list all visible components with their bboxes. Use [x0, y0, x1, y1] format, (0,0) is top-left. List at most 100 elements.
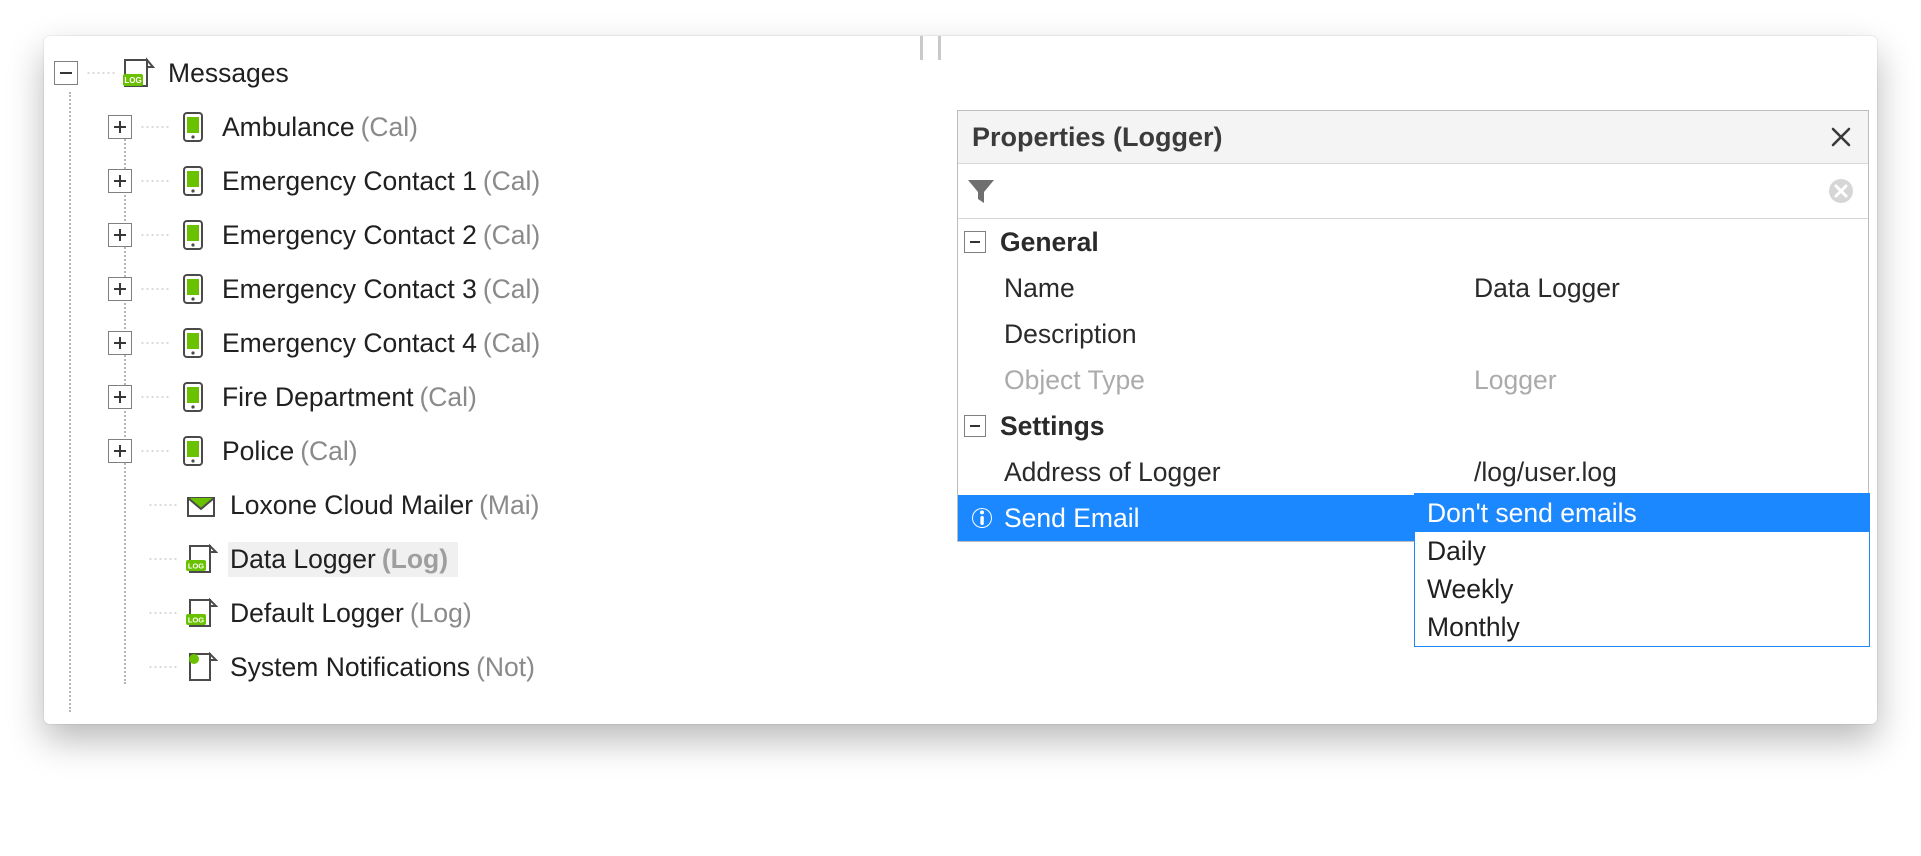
prop-row-object-type: Object Type Logger: [958, 357, 1868, 403]
phone-icon: [176, 272, 210, 306]
tree-label-suffix: (Cal): [483, 220, 540, 250]
collapse-icon[interactable]: [964, 415, 986, 437]
phone-icon: [176, 434, 210, 468]
tree-label-text: Emergency Contact 3: [222, 274, 477, 304]
prop-value[interactable]: /log/user.log: [1460, 449, 1868, 495]
tree-label: Loxone Cloud Mailer(Mai): [230, 490, 539, 521]
tree-node[interactable]: Fire Department(Cal): [54, 370, 674, 424]
dropdown-option[interactable]: Don't send emails: [1415, 494, 1869, 532]
info-icon[interactable]: [968, 504, 996, 532]
filter-icon[interactable]: [964, 174, 998, 208]
phone-icon: [176, 326, 210, 360]
properties-header: Properties (Logger): [958, 111, 1868, 164]
tree-label-suffix: (Cal): [419, 382, 476, 412]
phone-icon: [176, 380, 210, 414]
splitter-handle[interactable]: [904, 36, 960, 66]
tree-label-suffix: (Log): [410, 598, 472, 628]
tree-connector: [140, 180, 170, 182]
tree-node[interactable]: LOGDefault Logger(Log): [54, 586, 674, 640]
tree-label-text: Emergency Contact 2: [222, 220, 477, 250]
tree-label: Emergency Contact 1(Cal): [222, 166, 540, 197]
tree-label: Emergency Contact 2(Cal): [222, 220, 540, 251]
properties-filter-bar: [958, 164, 1868, 219]
prop-key: Name: [958, 265, 1460, 311]
tree-label-suffix: (Cal): [361, 112, 418, 142]
phone-icon: [176, 110, 210, 144]
group-label: General: [1000, 227, 1099, 258]
expand-icon[interactable]: [108, 277, 132, 301]
tree-connector: [148, 558, 178, 560]
prop-key: Send Email: [958, 495, 1460, 541]
prop-key: Object Type: [958, 357, 1460, 403]
tree-label-text: Emergency Contact 4: [222, 328, 477, 358]
group-label: Settings: [1000, 411, 1105, 442]
tree-label: Ambulance(Cal): [222, 112, 418, 143]
tree-label: System Notifications(Not): [230, 652, 535, 683]
tree-label: Emergency Contact 3(Cal): [222, 274, 540, 305]
clear-filter-button[interactable]: [1826, 176, 1856, 206]
tree-label-suffix: (Cal): [483, 328, 540, 358]
prop-key-text: Send Email: [1004, 503, 1140, 534]
tree-label-suffix: (Cal): [483, 274, 540, 304]
tree-connector: [140, 234, 170, 236]
send-email-dropdown[interactable]: Don't send emailsDailyWeeklyMonthly: [1414, 493, 1870, 647]
collapse-icon[interactable]: [54, 61, 78, 85]
tree-node[interactable]: System Notifications(Not): [54, 640, 674, 694]
tree-connector: [148, 612, 178, 614]
expand-icon[interactable]: [108, 169, 132, 193]
app-frame: LOG Messages Ambulance(Cal)Emergency Con…: [44, 36, 1877, 724]
tree-node[interactable]: Emergency Contact 2(Cal): [54, 208, 674, 262]
expand-icon[interactable]: [108, 115, 132, 139]
tree-connector: [140, 126, 170, 128]
properties-title: Properties (Logger): [972, 122, 1223, 153]
expand-icon[interactable]: [108, 223, 132, 247]
tree-node-messages[interactable]: LOG Messages: [54, 46, 674, 100]
tree-label-suffix: (Cal): [300, 436, 357, 466]
group-settings[interactable]: Settings: [958, 403, 1868, 449]
tree-node[interactable]: Emergency Contact 3(Cal): [54, 262, 674, 316]
prop-value[interactable]: [1460, 311, 1868, 357]
tree-connector: [148, 666, 178, 668]
tree-label-suffix: (Cal): [483, 166, 540, 196]
tree-label: Data Logger(Log): [228, 542, 458, 577]
tree-node[interactable]: Ambulance(Cal): [54, 100, 674, 154]
mailer-icon: [184, 488, 218, 522]
prop-row-description[interactable]: Description: [958, 311, 1868, 357]
tree-connector: [140, 396, 170, 398]
prop-key: Address of Logger: [958, 449, 1460, 495]
prop-value[interactable]: Data Logger: [1460, 265, 1868, 311]
phone-icon: [176, 218, 210, 252]
close-button[interactable]: [1826, 122, 1856, 152]
not-icon: [184, 650, 218, 684]
expand-icon[interactable]: [108, 439, 132, 463]
prop-row-name[interactable]: Name Data Logger: [958, 265, 1868, 311]
tree-label-suffix: (Not): [476, 652, 535, 682]
expand-icon[interactable]: [108, 331, 132, 355]
tree-connector: [140, 450, 170, 452]
tree-node[interactable]: Emergency Contact 1(Cal): [54, 154, 674, 208]
dropdown-option[interactable]: Daily: [1415, 532, 1869, 570]
prop-row-address[interactable]: Address of Logger /log/user.log: [958, 449, 1868, 495]
tree-connector: [140, 342, 170, 344]
tree-node[interactable]: Police(Cal): [54, 424, 674, 478]
tree-label: Police(Cal): [222, 436, 358, 467]
prop-key: Description: [958, 311, 1460, 357]
svg-text:LOG: LOG: [188, 562, 204, 571]
group-general[interactable]: General: [958, 219, 1868, 265]
expand-icon[interactable]: [108, 385, 132, 409]
dropdown-option[interactable]: Monthly: [1415, 608, 1869, 646]
tree-label-text: Ambulance: [222, 112, 355, 142]
tree-label-text: Fire Department: [222, 382, 413, 412]
tree-node[interactable]: LOG Data Logger(Log): [54, 532, 674, 586]
tree-node[interactable]: Emergency Contact 4(Cal): [54, 316, 674, 370]
nav-tree: LOG Messages Ambulance(Cal)Emergency Con…: [54, 46, 674, 694]
tree-label-text: Police: [222, 436, 294, 466]
properties-panel: Properties (Logger) General Name Data Lo…: [957, 110, 1869, 542]
svg-text:LOG: LOG: [188, 616, 204, 625]
collapse-icon[interactable]: [964, 231, 986, 253]
tree-label: Fire Department(Cal): [222, 382, 477, 413]
tree-label-text: Loxone Cloud Mailer: [230, 490, 473, 520]
tree-node[interactable]: Loxone Cloud Mailer(Mai): [54, 478, 674, 532]
dropdown-option[interactable]: Weekly: [1415, 570, 1869, 608]
tree-label-text: Emergency Contact 1: [222, 166, 477, 196]
